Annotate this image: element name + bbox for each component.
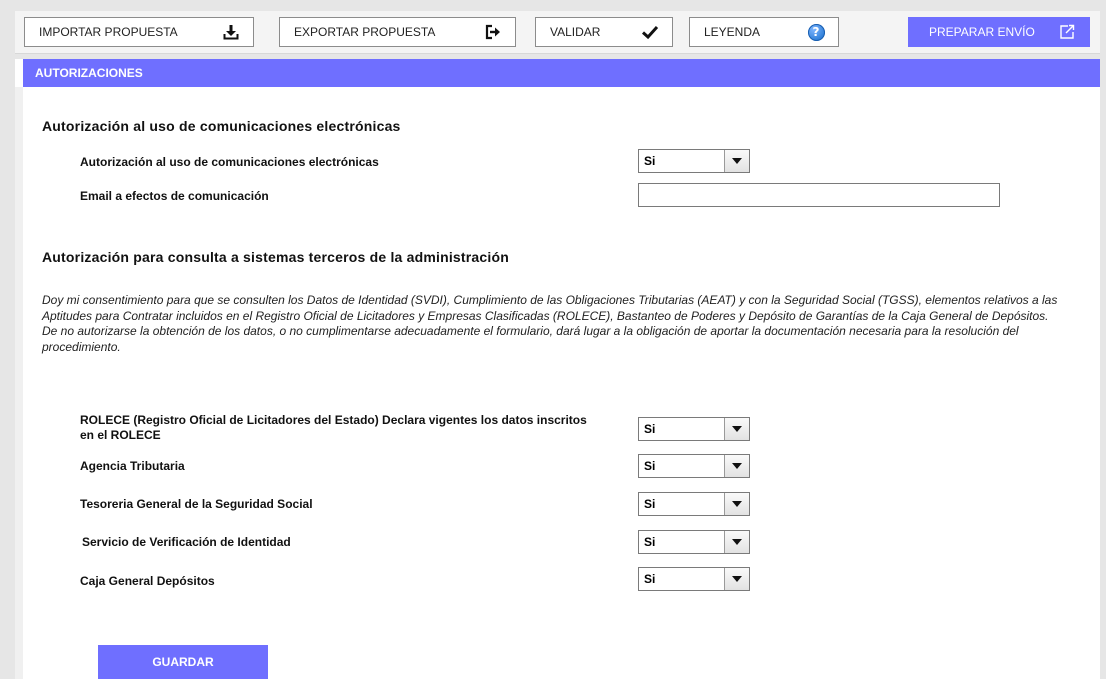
left-gutter [15,87,23,679]
select-rolece[interactable]: Si [638,417,750,441]
select-electronic-communications[interactable]: Si [638,149,750,173]
section-title-electronic-communications: Autorización al uso de comunicaciones el… [42,118,401,134]
toolbar: IMPORTAR PROPUESTA EXPORTAR PROPUESTA VA… [15,11,1100,54]
select-value: Si [644,497,656,511]
import-proposal-label: IMPORTAR PROPUESTA [39,25,178,39]
share-export-icon [1057,22,1077,42]
select-social-security[interactable]: Si [638,492,750,516]
row-label-electronic-communications: Autorización al uso de comunicaciones el… [80,155,379,169]
validate-button[interactable]: VALIDAR [535,17,673,47]
panel-header: AUTORIZACIONES [23,59,1100,87]
chevron-down-icon[interactable] [724,150,749,172]
row-label-tax-agency: Agencia Tributaria [80,459,185,473]
prepare-submission-button[interactable]: PREPARAR ENVÍO [908,17,1090,47]
row-label-deposits-fund: Caja General Depósitos [80,574,215,588]
select-value: Si [644,154,656,168]
download-icon [221,22,241,42]
select-identity-verification[interactable]: Si [638,530,750,554]
consent-paragraph: Doy mi consentimiento para que se consul… [42,293,1058,323]
select-value: Si [644,459,656,473]
validate-label: VALIDAR [550,25,601,39]
main-panel: AUTORIZACIONES Autorización al uso de co… [15,59,1100,679]
row-label-social-security: Tesoreria General de la Seguridad Social [80,497,313,511]
select-value: Si [644,422,656,436]
legend-label: LEYENDA [704,25,761,39]
checkmark-icon [640,22,660,42]
help-icon-glyph: ? [807,23,825,41]
consent-paragraph: De no autorizarse la obtención de los da… [42,324,1019,354]
export-proposal-label: EXPORTAR PROPUESTA [294,25,436,39]
select-tax-agency[interactable]: Si [638,454,750,478]
export-proposal-button[interactable]: EXPORTAR PROPUESTA [279,17,516,47]
legend-button[interactable]: LEYENDA ? [689,17,839,47]
row-label-identity-verification: Servicio de Verificación de Identidad [82,535,291,549]
chevron-down-icon[interactable] [724,418,749,440]
chevron-down-icon[interactable] [724,568,749,590]
row-label-rolece: ROLECE (Registro Oficial de Licitadores … [80,413,587,442]
email-label: Email a efectos de comunicación [80,189,269,203]
email-field[interactable] [638,183,1000,207]
exit-arrow-icon [483,22,503,42]
select-value: Si [644,535,656,549]
select-deposits-fund[interactable]: Si [638,567,750,591]
chevron-down-icon[interactable] [724,493,749,515]
save-button[interactable]: GUARDAR [98,645,268,679]
import-proposal-button[interactable]: IMPORTAR PROPUESTA [24,17,254,47]
help-circle-icon: ? [806,22,826,42]
chevron-down-icon[interactable] [724,531,749,553]
select-value: Si [644,572,656,586]
prepare-submission-label: PREPARAR ENVÍO [929,25,1035,39]
consent-text: Doy mi consentimiento para que se consul… [42,293,1087,355]
section-title-third-party-systems: Autorización para consulta a sistemas te… [42,249,509,265]
chevron-down-icon[interactable] [724,455,749,477]
